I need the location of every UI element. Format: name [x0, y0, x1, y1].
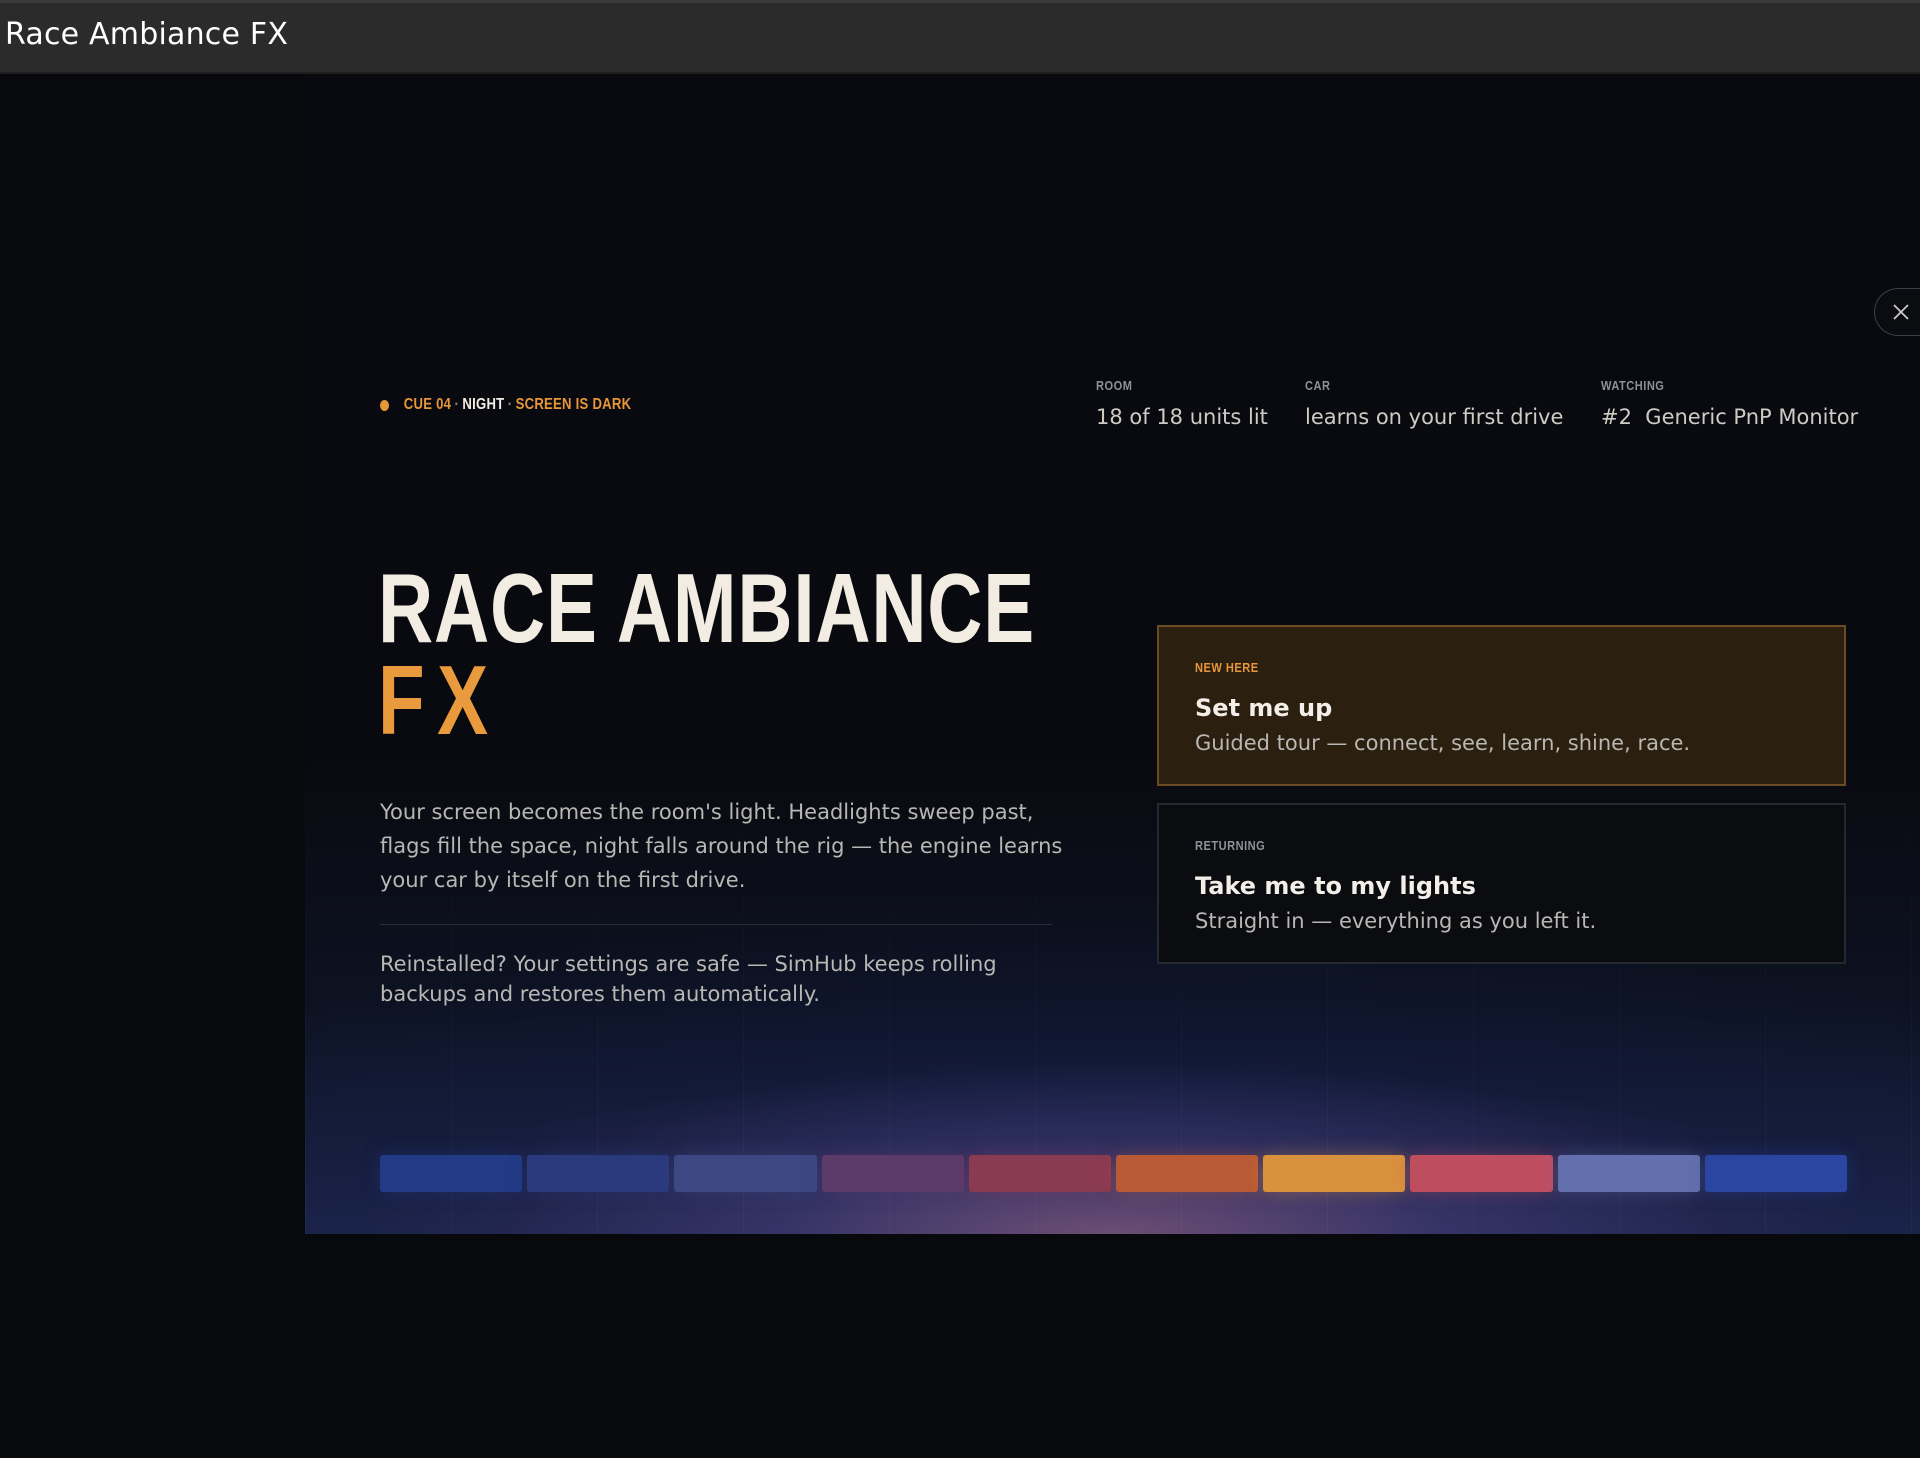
- cue-indicator: CUE 04 · NIGHT · SCREEN IS DARK: [380, 393, 631, 417]
- divider: [380, 924, 1052, 925]
- set-me-up-card[interactable]: NEW HERE Set me up Guided tour — connect…: [1157, 625, 1846, 786]
- stat-car: CAR learns on your first drive: [1305, 378, 1563, 429]
- led-color-strip: [380, 1155, 1848, 1192]
- status-dot-icon: [380, 399, 390, 411]
- color-swatch: [1704, 1155, 1848, 1192]
- color-swatch: [1263, 1155, 1406, 1192]
- color-swatch: [674, 1155, 817, 1192]
- color-swatch: [968, 1155, 1112, 1192]
- stat-value: #2 Generic PnP Monitor: [1601, 405, 1859, 429]
- hero-title-line1: RACE AMBIANCE: [378, 553, 1036, 663]
- color-swatch: [527, 1155, 670, 1192]
- hero-title-line2: FX: [378, 645, 501, 755]
- cue-separator: ·: [507, 396, 513, 413]
- cue-mode: NIGHT: [462, 396, 505, 413]
- stat-label: CAR: [1305, 378, 1331, 393]
- stat-label: WATCHING: [1601, 378, 1665, 393]
- card-eyebrow: RETURNING: [1195, 838, 1266, 853]
- card-title: Set me up: [1195, 694, 1333, 722]
- hero-title: RACE AMBIANCE FX: [378, 553, 1036, 755]
- close-button[interactable]: [1874, 288, 1920, 336]
- stat-value: learns on your first drive: [1305, 405, 1564, 429]
- color-swatch: [1410, 1155, 1553, 1192]
- stat-watching: WATCHING #2 Generic PnP Monitor: [1601, 378, 1858, 429]
- cue-code: CUE 04: [403, 396, 452, 413]
- color-swatch: [1116, 1155, 1259, 1192]
- card-subtitle: Guided tour — connect, see, learn, shine…: [1195, 731, 1691, 755]
- card-title: Take me to my lights: [1195, 872, 1476, 900]
- color-swatch: [380, 1155, 523, 1192]
- color-swatch: [1557, 1155, 1700, 1192]
- cue-separator: ·: [454, 396, 460, 413]
- intro-text: Your screen becomes the room's light. He…: [380, 800, 1063, 892]
- card-subtitle: Straight in — everything as you left it.: [1195, 909, 1597, 933]
- card-eyebrow: NEW HERE: [1195, 660, 1259, 675]
- take-me-to-my-lights-card[interactable]: RETURNING Take me to my lights Straight …: [1157, 803, 1846, 964]
- stat-value: 18 of 18 units lit: [1096, 405, 1268, 429]
- color-swatch: [821, 1155, 964, 1192]
- stat-room: ROOM 18 of 18 units lit: [1096, 378, 1268, 429]
- cue-status: SCREEN IS DARK: [515, 396, 632, 413]
- window-titlebar: Race Ambiance FX: [0, 0, 1920, 74]
- reinstall-note: Reinstalled? Your settings are safe — Si…: [380, 952, 997, 1006]
- window-title: Race Ambiance FX: [5, 17, 289, 52]
- close-icon: [1892, 304, 1909, 320]
- stat-label: ROOM: [1096, 378, 1133, 393]
